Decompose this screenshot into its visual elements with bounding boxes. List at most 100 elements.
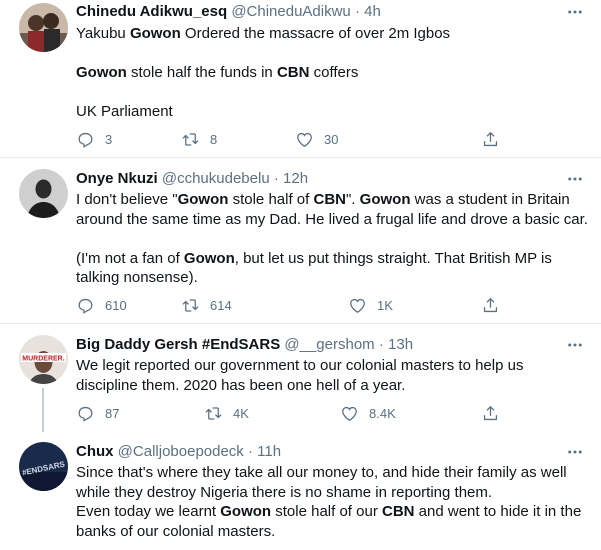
handle[interactable]: @__gershom xyxy=(284,336,374,353)
heart-icon xyxy=(350,298,365,313)
text-run: We legit reported our government to our … xyxy=(76,357,524,374)
tweet-text-line: while they destroy Nigeria there is no s… xyxy=(76,483,591,503)
display-name[interactable]: Chinedu Adikwu_esq xyxy=(76,3,227,20)
tweet-text-line xyxy=(76,229,591,249)
tweet-3[interactable]: MURDERER. Big Daddy Gersh #EndSARS @__ge… xyxy=(0,324,601,436)
separator-dot: · xyxy=(378,336,384,353)
reply-button[interactable]: 610 xyxy=(76,295,127,315)
reply-count: 87 xyxy=(105,405,120,421)
text-run: coffers xyxy=(309,64,359,81)
text-run: and went to hide it in the xyxy=(414,503,582,520)
bold-term: CBN xyxy=(382,503,415,520)
bold-term: Gowon xyxy=(129,25,181,42)
reply-icon xyxy=(78,298,93,314)
reply-count: 3 xyxy=(105,131,113,147)
avatar[interactable] xyxy=(19,169,68,218)
bold-term: Gowon xyxy=(220,503,272,520)
more-horizontal-icon[interactable] xyxy=(565,335,585,355)
reply-button[interactable]: 3 xyxy=(76,129,112,149)
bold-term: Gowon xyxy=(76,64,127,81)
text-run: around the same time as my Dad. He lived… xyxy=(76,210,588,228)
like-button[interactable]: 8.4K xyxy=(340,403,396,423)
retweet-button[interactable]: 614 xyxy=(181,295,232,315)
tweet-text-line: banks of our colonial masters. xyxy=(76,522,591,542)
retweet-button[interactable]: 4K xyxy=(204,403,249,423)
tweet-header: Onye Nkuzi @cchukudebelu · 12h xyxy=(76,169,308,189)
timestamp[interactable]: 4h xyxy=(364,3,381,20)
more-horizontal-icon[interactable] xyxy=(565,442,585,462)
text-run: Ordered the massacre of over 2m Igbos xyxy=(180,25,451,42)
tweet-text-line: Gowon stole half the funds in CBN coffer… xyxy=(76,63,591,83)
tweet-1[interactable]: Chinedu Adikwu_esq @ChineduAdikwu · 4h Y… xyxy=(0,0,601,153)
text-run: Since that's where they take all our mon… xyxy=(76,464,567,481)
share-icon xyxy=(483,405,498,420)
tweet-text-line xyxy=(76,83,591,103)
tweet-text-line: (I'm not a fan of Gowon, but let us put … xyxy=(76,249,591,269)
more-horizontal-icon[interactable] xyxy=(565,2,585,22)
handle[interactable]: @Calljoboepodeck xyxy=(118,443,244,460)
text-run: Yakubu xyxy=(76,25,130,42)
display-name[interactable]: Chux xyxy=(76,443,114,460)
reply-icon xyxy=(78,132,93,148)
share-button[interactable] xyxy=(481,403,500,423)
tweet-text-line: UK Parliament xyxy=(76,102,591,122)
tweet-2[interactable]: Onye Nkuzi @cchukudebelu · 12h I don't b… xyxy=(0,158,601,324)
text-run: I don't believe " xyxy=(76,191,178,208)
tweet-text: I don't believe "Gowon stole half of CBN… xyxy=(76,190,591,288)
avatar[interactable] xyxy=(19,3,68,52)
reply-count: 610 xyxy=(105,297,127,313)
timestamp[interactable]: 13h xyxy=(388,336,413,353)
share-icon xyxy=(483,297,498,312)
tweet-header: Chux @Calljoboepodeck · 11h xyxy=(76,442,281,462)
text-run: (I'm not a fan of xyxy=(76,249,184,267)
more-horizontal-icon[interactable] xyxy=(565,169,585,189)
like-count: 8.4K xyxy=(369,405,396,421)
text-run: , but let us put things straight. That B… xyxy=(234,249,552,267)
retweet-count: 614 xyxy=(210,297,232,313)
text-run: discipline them. 2020 has been one hell … xyxy=(76,376,406,394)
display-name[interactable]: Big Daddy Gersh #EndSARS xyxy=(76,336,280,353)
like-button[interactable]: 30 xyxy=(295,129,338,149)
timestamp[interactable]: 12h xyxy=(283,170,308,187)
avatar-text: MURDERER. xyxy=(22,356,64,363)
tweet-header: Big Daddy Gersh #EndSARS @__gershom · 13… xyxy=(76,335,413,355)
share-button[interactable] xyxy=(481,129,500,149)
text-run: stole half the funds in xyxy=(126,64,277,81)
retweet-count: 4K xyxy=(233,405,249,421)
share-icon xyxy=(483,131,498,146)
reply-button[interactable]: 87 xyxy=(76,403,119,423)
handle[interactable]: @cchukudebelu xyxy=(162,170,270,187)
avatar[interactable]: MURDERER. xyxy=(19,335,68,384)
bold-term: Gowon xyxy=(177,191,229,208)
bold-term: CBN xyxy=(313,191,346,208)
text-run: ". xyxy=(345,191,360,208)
tweet-text-line: I don't believe "Gowon stole half of CBN… xyxy=(76,190,591,210)
timestamp[interactable]: 11h xyxy=(257,443,281,460)
retweet-icon xyxy=(182,298,199,312)
tweet-text-line: discipline them. 2020 has been one hell … xyxy=(76,376,591,396)
tweet-text-line: around the same time as my Dad. He lived… xyxy=(76,210,591,230)
display-name[interactable]: Onye Nkuzi xyxy=(76,170,158,187)
action-bar: 3 8 30 xyxy=(76,129,498,149)
text-run: Even today we learnt xyxy=(76,503,221,520)
tweet-4[interactable]: #ENDSARS Chux @Calljoboepodeck · 11h Sin… xyxy=(0,436,601,550)
bold-term: Gowon xyxy=(359,191,411,208)
tweet-text-line: Yakubu Gowon Ordered the massacre of ove… xyxy=(76,24,591,44)
text-run: stole half of our xyxy=(271,503,382,520)
text-run: was a student in Britain xyxy=(410,191,570,208)
separator-dot: · xyxy=(273,170,279,187)
bold-term: CBN xyxy=(276,64,310,81)
heart-icon xyxy=(342,406,357,421)
share-button[interactable] xyxy=(481,295,500,315)
like-button[interactable]: 1K xyxy=(348,295,393,315)
avatar[interactable]: #ENDSARS xyxy=(19,442,68,491)
retweet-button[interactable]: 8 xyxy=(181,129,217,149)
thread-connector xyxy=(42,388,44,432)
reply-icon xyxy=(78,406,93,422)
text-run: stole half of xyxy=(228,191,314,208)
handle[interactable]: @ChineduAdikwu xyxy=(231,3,350,20)
tweet-text: Since that's where they take all our mon… xyxy=(76,463,591,541)
tweet-text: We legit reported our government to our … xyxy=(76,356,591,395)
tweet-text-line: Even today we learnt Gowon stole half of… xyxy=(76,502,591,522)
retweet-icon xyxy=(205,406,222,420)
